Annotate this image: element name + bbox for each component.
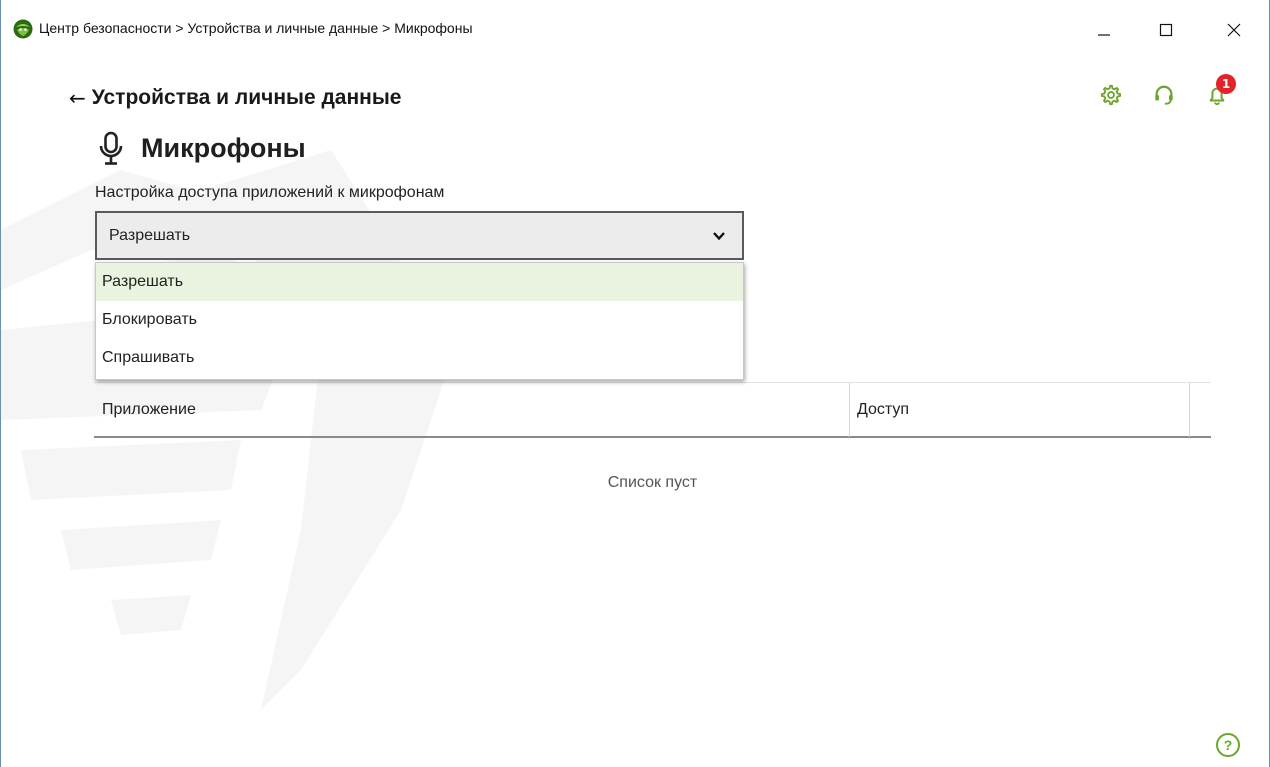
app-window: Центр безопасности > Устройства и личные…	[0, 0, 1270, 767]
page-title-text: Микрофоны	[141, 132, 306, 163]
chevron-down-icon	[713, 232, 725, 241]
microphone-icon	[99, 131, 123, 165]
column-header-application[interactable]: Приложение	[102, 401, 196, 419]
notifications-button[interactable]: 1	[1204, 74, 1236, 108]
access-select[interactable]: Разрешать	[95, 211, 744, 260]
dropdown-option-block[interactable]: Блокировать	[96, 301, 743, 339]
access-select-value: Разрешать	[109, 226, 191, 244]
page-title: Микрофоны	[97, 130, 306, 166]
close-button[interactable]	[1211, 8, 1257, 52]
minimize-icon	[1098, 34, 1110, 36]
notification-count-badge: 1	[1216, 74, 1236, 94]
window-breadcrumb: Центр безопасности > Устройства и личные…	[39, 20, 473, 36]
close-icon	[1227, 23, 1241, 37]
settings-button[interactable]	[1098, 82, 1124, 108]
dropdown-option-allow[interactable]: Разрешать	[96, 263, 743, 301]
maximize-icon	[1159, 23, 1173, 37]
access-select-dropdown: Разрешать Блокировать Спрашивать	[95, 262, 744, 380]
column-header-access[interactable]: Доступ	[857, 401, 909, 419]
back-arrow-icon: ←	[69, 86, 86, 110]
gear-icon	[1100, 84, 1122, 106]
column-divider[interactable]	[849, 383, 850, 437]
dropdown-option-ask[interactable]: Спрашивать	[96, 339, 743, 377]
minimize-button[interactable]	[1081, 8, 1127, 52]
column-divider[interactable]	[1189, 383, 1190, 437]
table-header: Приложение Доступ	[94, 382, 1211, 438]
help-button[interactable]: ?	[1216, 733, 1240, 757]
support-button[interactable]	[1151, 82, 1177, 108]
title-bar: Центр безопасности > Устройства и личные…	[1, 0, 1269, 60]
access-setting-label: Настройка доступа приложений к микрофона…	[95, 184, 445, 201]
back-link[interactable]: ← Устройства и личные данные	[69, 86, 401, 110]
maximize-button[interactable]	[1143, 8, 1189, 52]
empty-list-message: Список пуст	[607, 474, 698, 491]
app-logo-icon	[13, 19, 33, 39]
headset-icon	[1155, 85, 1173, 105]
back-link-label: Устройства и личные данные	[91, 86, 402, 109]
